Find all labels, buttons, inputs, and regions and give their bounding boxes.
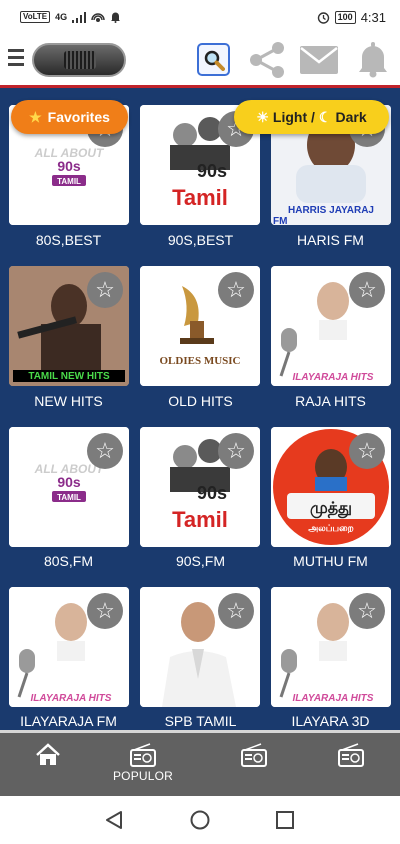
station-card[interactable]: ILAYARAJA HITS ☆ [271,587,391,707]
station-name: SPB TAMIL [164,713,237,729]
radio-icon [130,743,156,767]
sun-icon: ☀ [256,108,269,125]
svg-text:90s: 90s [197,161,227,181]
station-card[interactable]: 90s Tamil ☆ [140,427,260,547]
station-name: OLD HITS [168,393,233,409]
home-icon [36,743,60,765]
radio-icon [241,743,267,767]
station-card[interactable]: முத்து அலப்பறை ☆ [271,427,391,547]
system-nav-bar [0,796,400,844]
station-name: 80S,FM [43,553,93,569]
svg-text:அலப்பறை: அலப்பறை [308,524,354,534]
clock: 4:31 [360,9,386,25]
favorites-button[interactable]: ★ Favorites [11,100,128,134]
notification-bell-icon [111,12,121,23]
radio-icon [338,743,364,767]
svg-text:Tamil: Tamil [172,185,228,210]
station-name: NEW HITS [34,393,103,409]
app-bar [0,34,400,88]
star-icon: ★ [29,108,42,125]
station-name: 90S,BEST [167,232,234,248]
signal-icon [72,11,87,23]
home-circle-icon[interactable] [190,810,210,830]
hamburger-menu-icon[interactable] [8,49,24,69]
share-icon[interactable] [248,40,288,80]
recents-square-icon[interactable] [276,811,294,829]
nav-tab-3[interactable] [214,743,294,793]
svg-text:90s: 90s [57,474,81,490]
favorite-star-button[interactable]: ☆ [218,272,254,308]
svg-text:FM: FM [273,216,287,225]
svg-text:90s: 90s [57,158,81,174]
search-button[interactable] [197,43,230,76]
magnifier-icon [204,50,225,71]
favorite-star-button[interactable]: ☆ [349,593,385,629]
svg-text:OLDIES MUSIC: OLDIES MUSIC [160,355,241,367]
station-card[interactable]: ILAYARAJA HITS ☆ [9,587,129,707]
theme-light-label: Light / [272,109,315,125]
bell-icon[interactable] [356,42,390,78]
svg-text:TAMIL: TAMIL [57,493,81,502]
theme-dark-label: Dark [335,109,367,125]
station-name: 90S,FM [175,553,225,569]
theme-toggle-button[interactable]: ☀ Light / ☾ Dark [234,100,389,134]
svg-text:ILAYARAJA HITS: ILAYARAJA HITS [293,372,374,383]
bottom-nav: POPULOR [0,730,400,796]
svg-text:ILAYARAJA HITS: ILAYARAJA HITS [31,693,112,704]
station-name: ILAYARA 3D [291,713,370,729]
svg-text:Tamil: Tamil [172,507,228,532]
battery-level: 100 [334,10,356,24]
favorite-star-button[interactable]: ☆ [87,272,123,308]
favorite-star-button[interactable]: ☆ [218,433,254,469]
station-name: MUTHU FM [293,553,368,569]
svg-text:ILAYARAJA HITS: ILAYARAJA HITS [293,693,374,704]
favorite-star-button[interactable]: ☆ [87,433,123,469]
svg-text:TAMIL NEW HITS: TAMIL NEW HITS [28,371,110,382]
nav-home[interactable] [8,743,88,793]
station-card[interactable]: TAMIL NEW HITS ☆ [9,266,129,386]
nav-popular-label: POPULOR [112,769,174,783]
moon-icon: ☾ [318,108,332,125]
mail-icon[interactable] [300,46,338,74]
back-triangle-icon[interactable] [105,810,123,830]
svg-text:TAMIL: TAMIL [57,177,81,186]
network-type: 4G [55,12,68,22]
volte-indicator: VoLTE [20,11,51,23]
svg-text:முத்து: முத்து [310,498,352,518]
radio-logo-icon [32,43,126,77]
station-card[interactable]: ☆ [140,587,260,707]
station-card[interactable]: OLDIES MUSIC ☆ [140,266,260,386]
station-name: ILAYARAJA FM [20,713,117,729]
station-name: 80S,BEST [35,232,102,248]
station-grid: ALL ABOUT 90s TAMIL ☆ 80S,BEST 90s Tamil… [0,91,400,730]
hotspot-icon [91,13,105,22]
station-name: HARIS FM [297,232,364,248]
svg-text:HARRIS JAYARAJ: HARRIS JAYARAJ [288,205,374,216]
alarm-icon [317,11,329,24]
favorites-label: Favorites [47,109,110,125]
status-bar: VoLTE 4G 100 4:31 [0,0,400,34]
nav-popular[interactable]: POPULOR [103,743,183,793]
favorite-star-button[interactable]: ☆ [218,593,254,629]
station-name: RAJA HITS [295,393,366,409]
favorite-star-button[interactable]: ☆ [349,433,385,469]
svg-text:90s: 90s [197,483,227,503]
favorite-star-button[interactable]: ☆ [349,272,385,308]
station-card[interactable]: ALL ABOUT 90s TAMIL ☆ [9,427,129,547]
station-card[interactable]: ILAYARAJA HITS ☆ [271,266,391,386]
nav-tab-4[interactable] [311,743,391,793]
favorite-star-button[interactable]: ☆ [87,593,123,629]
